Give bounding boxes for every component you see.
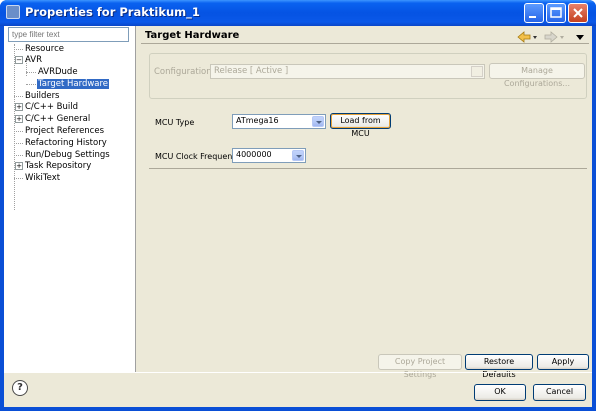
collapse-icon[interactable]: − (15, 56, 23, 64)
expand-icon[interactable]: + (15, 103, 23, 111)
app-icon (6, 5, 20, 19)
title-bar[interactable]: Properties for Praktikum_1 (0, 0, 596, 26)
chevron-down-icon (471, 66, 483, 77)
copy-project-settings-button: Copy Project Settings (378, 354, 462, 379)
expand-icon[interactable]: + (15, 162, 23, 170)
view-menu-icon[interactable] (576, 35, 584, 40)
tree-item-cc-build[interactable]: + C/C++ Build (15, 102, 78, 113)
navigation-pane: Resource −AVR AVRDude Target Hardware Bu… (4, 26, 136, 372)
section-divider (149, 168, 587, 169)
properties-page: Target Hardware Configuration: Release [… (137, 26, 592, 379)
ok-button[interactable]: OK (474, 384, 526, 401)
tree-item-cc-general[interactable]: + C/C++ General (15, 114, 90, 125)
page-title: Target Hardware (145, 30, 240, 41)
close-icon (573, 8, 583, 18)
cancel-button[interactable]: Cancel (533, 384, 586, 401)
tree-item-run-debug-settings[interactable]: Run/Debug Settings (25, 150, 110, 161)
forward-arrow-icon[interactable] (544, 31, 558, 43)
chevron-down-icon[interactable] (312, 116, 324, 127)
properties-window: Properties for Praktikum_1 type filter t… (0, 0, 596, 411)
close-button[interactable] (568, 3, 588, 23)
tree-item-avrdude[interactable]: AVRDude (38, 67, 78, 78)
tree-item-builders[interactable]: Builders (25, 91, 60, 102)
tree-item-task-repository[interactable]: + Task Repository (15, 161, 91, 172)
expand-icon[interactable]: + (15, 115, 23, 123)
mcu-clock-frequency-label: MCU Clock Frequency (155, 152, 242, 161)
mcu-type-select[interactable]: ATmega16 (232, 114, 326, 129)
mcu-type-label: MCU Type (155, 118, 195, 127)
apply-button[interactable]: Apply (537, 354, 589, 370)
tree-item-project-references[interactable]: Project References (25, 126, 104, 137)
manage-configurations-button: Manage Configurations... (489, 63, 585, 88)
forward-dropdown-icon[interactable] (560, 36, 564, 39)
configuration-group: Configuration: Release [ Active ] Manage… (149, 53, 587, 99)
page-navigation (516, 30, 586, 44)
configuration-select: Release [ Active ] (210, 64, 485, 79)
tree-item-avr[interactable]: − AVR (15, 55, 42, 66)
mcu-clock-frequency-select[interactable]: 4000000 (232, 148, 306, 163)
dialog-client-area: Resource −AVR AVRDude Target Hardware Bu… (4, 26, 592, 407)
filter-input[interactable] (8, 27, 129, 42)
back-dropdown-icon[interactable] (533, 36, 537, 39)
load-from-mcu-button[interactable]: Load from MCU (330, 113, 391, 138)
configuration-label: Configuration: (154, 67, 215, 77)
chevron-down-icon[interactable] (292, 150, 304, 161)
help-icon[interactable]: ? (12, 380, 28, 396)
restore-defaults-button[interactable]: Restore Defaults (465, 354, 533, 379)
tree-item-target-hardware[interactable]: Target Hardware (37, 79, 110, 90)
maximize-button[interactable] (546, 3, 566, 23)
header-divider (141, 43, 589, 44)
minimize-button[interactable] (524, 3, 544, 23)
maximize-icon (550, 7, 562, 18)
window-title: Properties for Praktikum_1 (25, 5, 200, 19)
button-bar-divider (4, 372, 592, 373)
back-arrow-icon[interactable] (517, 31, 531, 43)
tree-item-resource[interactable]: Resource (25, 44, 64, 55)
tree-item-wikitext[interactable]: WikiText (25, 173, 60, 184)
tree-item-refactoring-history[interactable]: Refactoring History (25, 138, 107, 149)
minimize-icon (529, 16, 536, 18)
